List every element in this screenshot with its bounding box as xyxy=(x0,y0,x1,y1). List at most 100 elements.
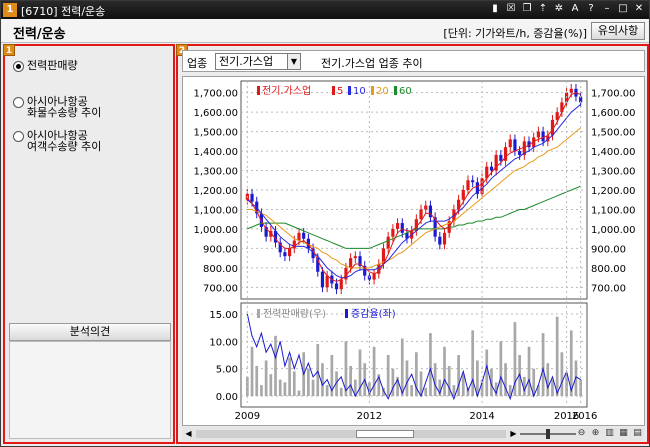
close-icon[interactable]: ✕ xyxy=(633,2,645,16)
notice-button[interactable]: 유의사항 xyxy=(591,22,645,40)
right-panel: 2 업종 전기.가스업 ▼ 전기.가스업 업종 추이 700.00700.008… xyxy=(176,44,649,444)
volume-bar xyxy=(471,330,475,397)
volume-bar xyxy=(546,363,550,397)
volume-bar xyxy=(555,316,559,397)
candle-body xyxy=(320,271,325,288)
candle-body xyxy=(283,252,287,257)
pin-icon[interactable]: ▮ xyxy=(489,2,501,16)
candle-body xyxy=(442,232,447,245)
candle-body xyxy=(471,180,475,183)
main-window: 1 [6710] 전력/운송 ▮ ☒ ❐ ⇡ ✲ A ? – □ ✕ 전력/운송… xyxy=(0,0,650,447)
chart-toolbar: 업종 전기.가스업 ▼ 전기.가스업 업종 추이 xyxy=(182,50,645,72)
chart-area[interactable]: 700.00 700.00 800.00 800.00 900.00 900.00 1,00… xyxy=(182,76,645,426)
price-tick-right: 1,000.00 xyxy=(591,225,636,236)
indicator-menu: 전력판매량 아시아나항공 화물수송량 추이 아시아나항공 여객수송량 추이 xyxy=(9,52,175,322)
up-icon[interactable]: ⇡ xyxy=(537,2,549,16)
legend-swatch xyxy=(257,309,260,318)
legend-label: 전기.가스업 xyxy=(262,84,311,97)
chart-title: 전기.가스업 업종 추이 xyxy=(321,57,423,70)
option-cargo[interactable]: 아시아나항공 화물수송량 추이 xyxy=(13,96,101,118)
volume-bar xyxy=(447,365,451,397)
chevron-down-icon[interactable]: ▼ xyxy=(287,54,300,69)
minimize-icon[interactable]: – xyxy=(601,2,613,16)
volume-bar xyxy=(321,363,324,397)
radio-button[interactable] xyxy=(13,97,24,108)
legend-swatch xyxy=(394,86,397,95)
industry-value: 전기.가스업 xyxy=(219,55,274,68)
analysis-text-area[interactable] xyxy=(9,341,171,439)
candle-body xyxy=(438,236,442,245)
volume-bar xyxy=(269,374,273,397)
legend-label: 10 xyxy=(353,86,366,97)
zoom-slider[interactable] xyxy=(520,429,576,439)
price-tick-left: 800.00 xyxy=(203,264,238,275)
volume-bar xyxy=(429,333,432,397)
volume-bar xyxy=(349,365,352,397)
copy-icon[interactable]: ❐ xyxy=(521,2,533,16)
chart-svg[interactable]: 700.00 700.00 800.00 800.00 900.00 900.00 1,00… xyxy=(183,77,644,425)
price-tick-left: 900.00 xyxy=(203,244,238,255)
volume-bar xyxy=(424,387,428,397)
scrollbar[interactable] xyxy=(196,430,506,438)
gear-icon[interactable]: ✲ xyxy=(553,2,565,16)
price-tick-right: 1,200.00 xyxy=(591,186,636,197)
radio-button[interactable] xyxy=(13,61,24,72)
volume-bar xyxy=(457,355,460,397)
option-passenger[interactable]: 아시아나항공 여객수송량 추이 xyxy=(13,130,101,152)
volume-bar xyxy=(391,368,395,397)
settings-icon[interactable]: ▤ xyxy=(632,427,643,439)
candle-body xyxy=(297,232,301,241)
volume-bar xyxy=(339,387,343,397)
title-bar: 1 [6710] 전력/운송 ▮ ☒ ❐ ⇡ ✲ A ? – □ ✕ xyxy=(1,1,649,19)
app-badge: 1 xyxy=(3,3,17,17)
price-tick-left: 1,700.00 xyxy=(193,89,238,100)
radio-button[interactable] xyxy=(13,131,24,142)
candle-body xyxy=(489,166,494,171)
zoom-knob[interactable] xyxy=(546,429,550,439)
volume-bar xyxy=(433,363,437,397)
volume-bar xyxy=(400,338,404,397)
volume-tick: 15.00 xyxy=(209,310,238,321)
window-title: [6710] 전력/운송 xyxy=(21,5,106,18)
price-tick-right: 1,500.00 xyxy=(591,128,636,139)
volume-bar xyxy=(307,368,310,397)
volume-bar xyxy=(316,344,320,397)
volume-bar xyxy=(264,360,268,397)
candle-body xyxy=(325,275,329,288)
candle-body xyxy=(499,154,503,161)
option-power-sales[interactable]: 전력판매량 xyxy=(13,60,78,72)
volume-bar xyxy=(325,385,329,397)
candle-body xyxy=(372,273,376,280)
close-box-icon[interactable]: ☒ xyxy=(505,2,517,16)
grid-icon[interactable]: ▦ xyxy=(618,427,629,439)
candle-body xyxy=(569,88,573,93)
candle-body xyxy=(302,232,306,239)
window-controls: ▮ ☒ ❐ ⇡ ✲ A ? – □ ✕ xyxy=(489,2,645,16)
price-grid xyxy=(240,80,588,300)
zoom-out-icon[interactable]: ⊖ xyxy=(576,427,587,439)
candle-body xyxy=(536,131,540,138)
volume-bar xyxy=(311,379,315,397)
scroll-thumb[interactable] xyxy=(356,430,414,438)
volume-bar xyxy=(485,349,489,397)
chart-bottom-bar: ◀ ▶ ⊖ ⊕ ▥ ▦ ▤ xyxy=(182,427,645,441)
bars-icon[interactable]: ▥ xyxy=(604,427,615,439)
scroll-right-icon[interactable]: ▶ xyxy=(508,428,519,439)
x-tick-label: 2014 xyxy=(469,411,494,422)
candle-body xyxy=(250,193,254,202)
maximize-icon[interactable]: □ xyxy=(617,2,629,16)
candle-body xyxy=(461,190,465,200)
legend-label: 전력판매량(우) xyxy=(263,308,326,320)
candle-body xyxy=(386,236,390,249)
help-icon[interactable]: ? xyxy=(585,2,597,16)
price-tick-left: 1,400.00 xyxy=(193,147,238,158)
scroll-left-icon[interactable]: ◀ xyxy=(183,428,194,439)
volume-bar xyxy=(274,335,277,397)
price-tick-left: 1,500.00 xyxy=(193,128,238,139)
candle-body xyxy=(424,205,428,210)
volume-bar xyxy=(386,355,390,397)
industry-select[interactable]: 전기.가스업 ▼ xyxy=(215,53,301,70)
font-icon[interactable]: A xyxy=(569,2,581,16)
candle-body xyxy=(466,180,470,190)
zoom-in-icon[interactable]: ⊕ xyxy=(590,427,601,439)
